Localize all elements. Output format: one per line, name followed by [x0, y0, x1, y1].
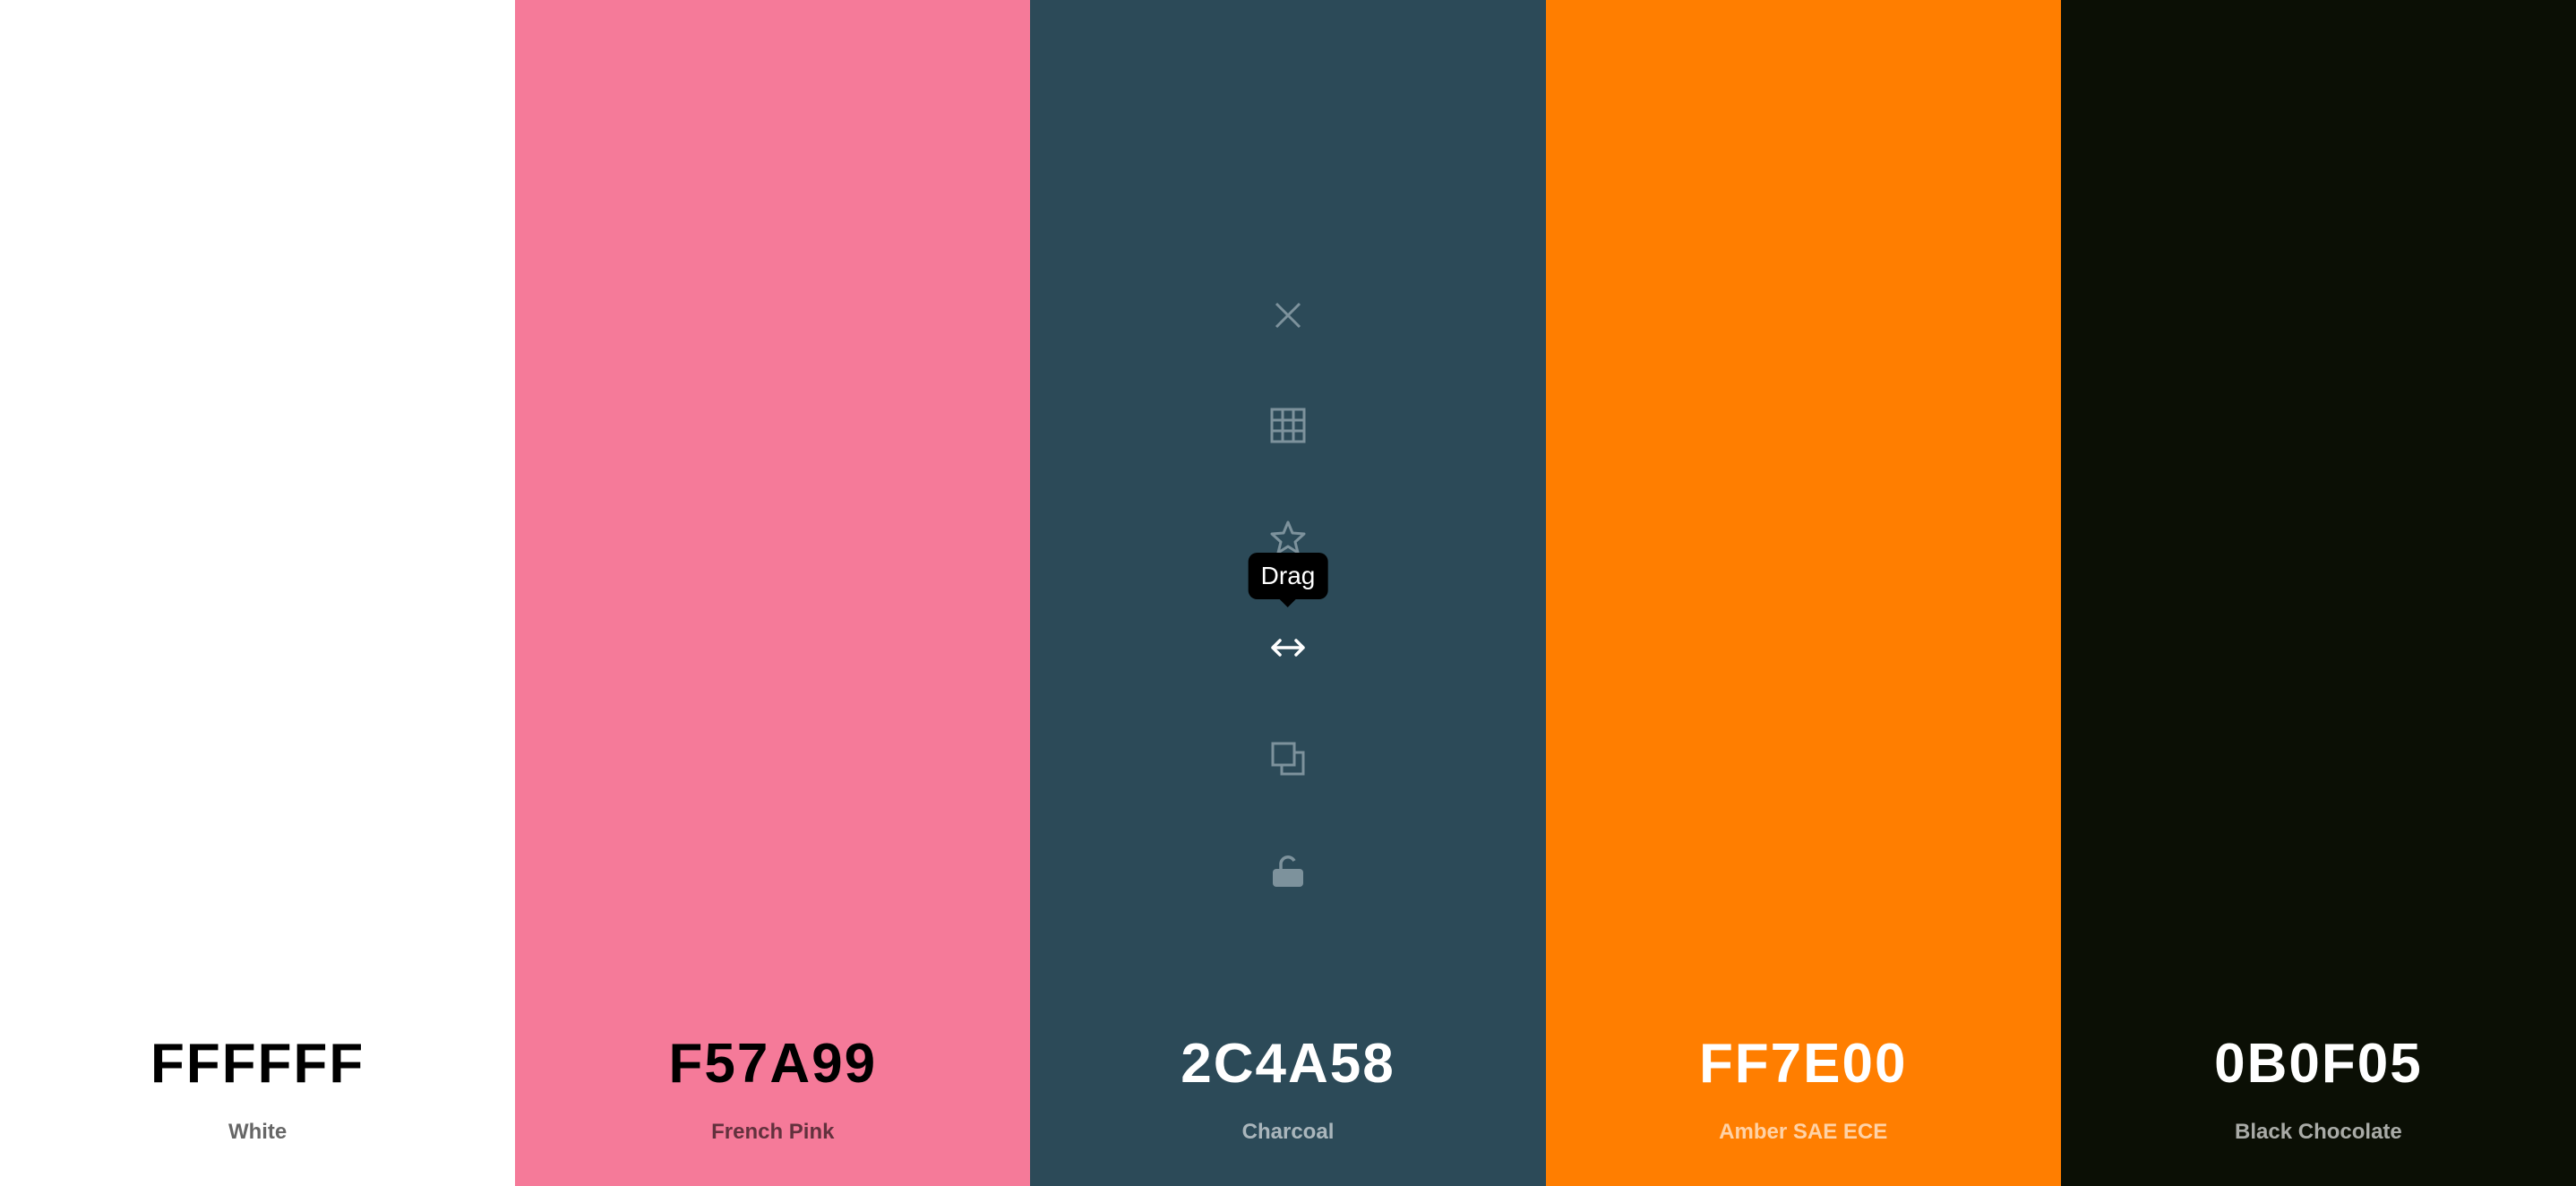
star-icon — [1270, 520, 1306, 554]
remove-color-button[interactable] — [1267, 294, 1309, 337]
drag-arrows-icon — [1271, 639, 1305, 657]
swatch-black-chocolate[interactable]: 0B0F05 Black Chocolate — [2060, 0, 2576, 1186]
swatch-name: Amber SAE ECE — [1719, 1120, 1888, 1144]
copy-icon — [1271, 742, 1305, 776]
swatch-hex[interactable]: 0B0F05 — [2061, 1032, 2576, 1096]
swatch-toolbar: Drag — [1030, 0, 1545, 1186]
swatch-hex[interactable]: 2C4A58 — [1030, 1032, 1545, 1096]
unlock-icon — [1273, 855, 1303, 887]
swatch-hex[interactable]: FF7E00 — [1546, 1032, 2061, 1096]
swatch-name: Black Chocolate — [2235, 1120, 2402, 1144]
swatch-name: Charcoal — [1241, 1120, 1335, 1144]
shades-button[interactable] — [1267, 404, 1309, 447]
swatch-hex[interactable]: F57A99 — [515, 1032, 1030, 1096]
swatch-white[interactable]: FFFFFF White — [0, 0, 516, 1186]
color-palette: FFFFFF White F57A99 French Pink Drag 2C4… — [0, 0, 2576, 1186]
close-icon — [1275, 302, 1301, 329]
swatch-french-pink[interactable]: F57A99 French Pink — [515, 0, 1031, 1186]
swatch-hex[interactable]: FFFFFF — [0, 1032, 515, 1096]
grid-icon — [1270, 408, 1306, 443]
copy-button[interactable] — [1267, 737, 1309, 780]
swatch-name: White — [228, 1120, 288, 1144]
swatch-name: French Pink — [711, 1120, 835, 1144]
drag-tooltip: Drag — [1248, 553, 1328, 607]
swatch-charcoal[interactable]: Drag 2C4A58 Charcoal — [1030, 0, 1546, 1186]
lock-button[interactable] — [1267, 849, 1309, 892]
swatch-amber[interactable]: FF7E00 Amber SAE ECE — [1545, 0, 2061, 1186]
drag-handle[interactable] — [1267, 626, 1309, 669]
